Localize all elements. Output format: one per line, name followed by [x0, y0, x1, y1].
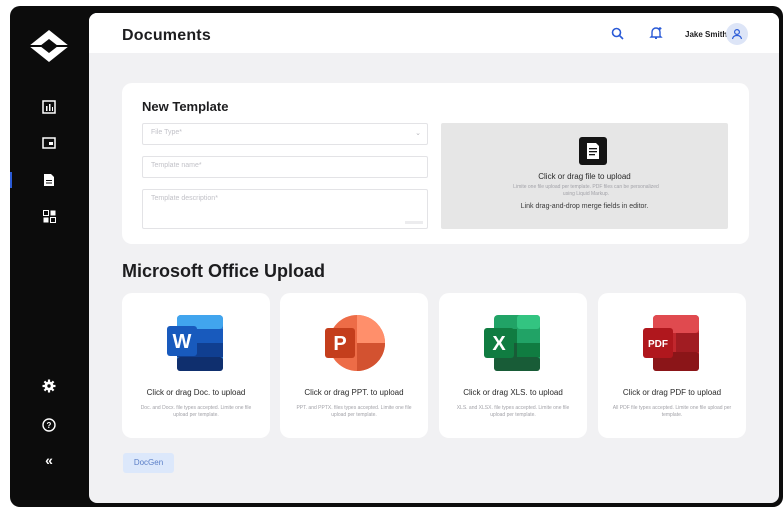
user-name[interactable]: Jake Smith [685, 30, 727, 39]
page-title: Documents [122, 27, 211, 44]
powerpoint-upload-subtitle: PPT. and PPTX. files types accepted. Lim… [296, 405, 412, 418]
top-bar: Documents Jake Smith [89, 13, 779, 53]
avatar[interactable] [726, 23, 748, 45]
svg-text:?: ? [47, 421, 52, 430]
bell-icon[interactable] [649, 26, 663, 45]
word-icon: W [161, 313, 229, 373]
analytics-icon[interactable] [41, 99, 57, 115]
resize-handle[interactable] [405, 221, 423, 224]
sidebar: ? « [10, 6, 88, 507]
help-icon[interactable]: ? [41, 417, 57, 433]
svg-text:X: X [492, 333, 506, 355]
svg-text:W: W [173, 331, 192, 353]
pdf-upload-title: Click or drag PDF to upload [622, 388, 722, 397]
chevron-down-icon: ⌄ [415, 130, 421, 137]
powerpoint-upload-title: Click or drag PPT. to upload [304, 388, 404, 397]
template-name-field[interactable]: Template name* [142, 156, 428, 178]
new-template-card: New Template File Type* ⌄ Template name*… [122, 83, 749, 244]
user-icon [731, 28, 743, 40]
office-upload-title: Microsoft Office Upload [122, 261, 326, 281]
app-logo[interactable] [27, 28, 71, 64]
dropzone-title: Click or drag file to upload [538, 172, 631, 181]
pdf-upload-card[interactable]: PDF Click or drag PDF to upload All PDF … [598, 293, 746, 438]
file-type-placeholder: File Type* [151, 129, 182, 136]
document-icon[interactable] [41, 172, 57, 188]
template-description-placeholder: Template description* [151, 195, 218, 202]
settings-icon[interactable] [41, 378, 57, 394]
main-panel: Documents Jake Smith New Template File T… [89, 13, 779, 503]
collapse-icon[interactable]: « [41, 452, 57, 468]
file-type-select[interactable]: File Type* ⌄ [142, 123, 428, 145]
pdf-upload-subtitle: All PDF file types accepted. Limite one … [612, 405, 732, 418]
word-upload-subtitle: Doc. and Docx. file types accepted. Limi… [140, 405, 252, 418]
window-icon[interactable] [41, 135, 57, 151]
template-description-field[interactable]: Template description* [142, 189, 428, 229]
pdf-icon: PDF [637, 313, 705, 373]
svg-text:PDF: PDF [648, 339, 668, 350]
template-name-placeholder: Template name* [151, 162, 202, 169]
new-template-title: New Template [142, 99, 229, 114]
active-nav-indicator [10, 172, 12, 188]
excel-upload-card[interactable]: X Click or drag XLS. to upload XLS. and … [439, 293, 587, 438]
word-upload-title: Click or drag Doc. to upload [146, 388, 246, 397]
document-icon [579, 137, 607, 165]
word-upload-card[interactable]: W Click or drag Doc. to upload Doc. and … [122, 293, 270, 438]
svg-text:P: P [333, 333, 346, 355]
merge-fields-link[interactable]: Link drag-and-drop merge fields in edito… [441, 203, 728, 210]
excel-upload-subtitle: XLS. and XLSX. file types accepted. Limi… [456, 405, 570, 418]
file-dropzone[interactable]: Click or drag file to upload Limite one … [441, 123, 728, 229]
docgen-badge[interactable]: DocGen [123, 453, 174, 473]
apps-grid-icon[interactable] [41, 208, 57, 224]
excel-upload-title: Click or drag XLS. to upload [463, 388, 563, 397]
dropzone-subtitle: Limite one file upload per template. PDF… [513, 184, 659, 197]
excel-icon: X [478, 313, 546, 373]
powerpoint-upload-card[interactable]: P Click or drag PPT. to upload PPT. and … [280, 293, 428, 438]
search-icon[interactable] [611, 27, 624, 45]
powerpoint-icon: P [319, 313, 387, 373]
